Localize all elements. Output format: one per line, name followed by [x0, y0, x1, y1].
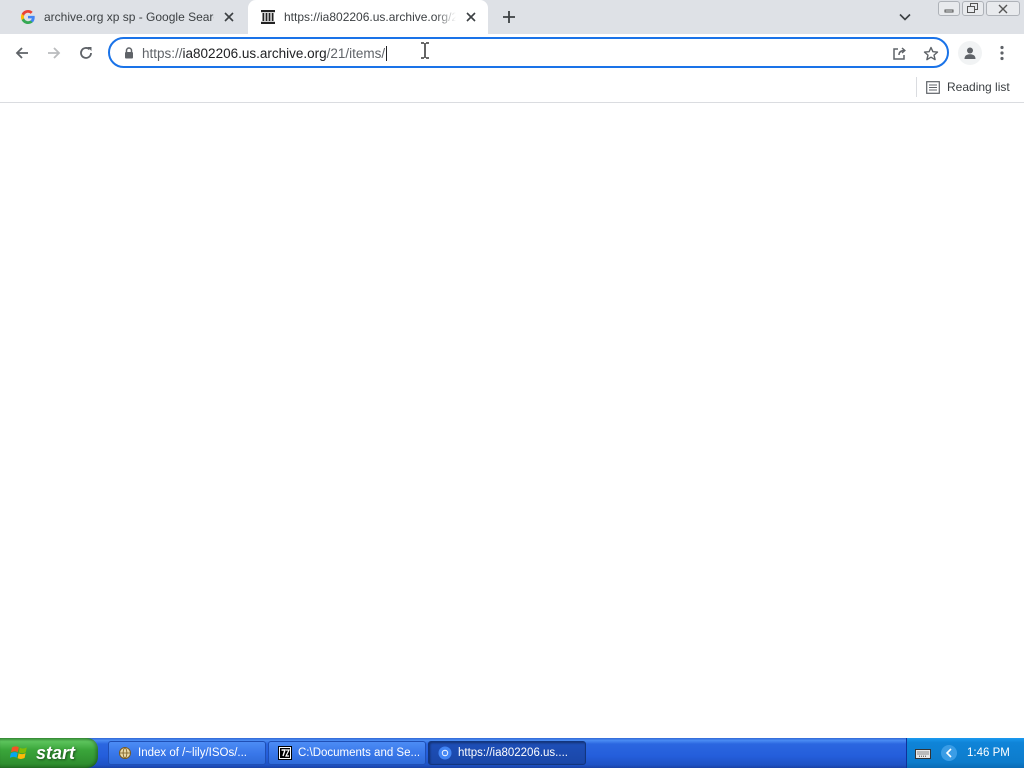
taskbar-item-label: Index of /~lily/ISOs/...: [138, 747, 247, 759]
address-bar[interactable]: https://ia802206.us.archive.org/21/items…: [108, 37, 949, 68]
keyboard-icon[interactable]: [915, 747, 931, 759]
arrow-right-icon: [48, 47, 61, 59]
windows-logo-icon: [10, 746, 27, 759]
text-cursor-icon: [421, 42, 429, 59]
url-scheme: https://: [142, 46, 183, 61]
taskbar: start Index of /~lily/ISOs/... C:\Docume…: [0, 738, 1024, 768]
star-icon[interactable]: [920, 43, 942, 65]
minimize-button[interactable]: [938, 1, 960, 16]
chevron-left-icon[interactable]: [941, 745, 957, 761]
taskbar-item-chrome[interactable]: https://ia802206.us....: [428, 741, 586, 765]
taskbar-item-index-of-isos[interactable]: Index of /~lily/ISOs/...: [108, 741, 266, 765]
google-g-icon: [20, 9, 36, 25]
browser-menu-button[interactable]: [992, 41, 1012, 65]
restore-button[interactable]: [962, 1, 984, 16]
arrow-left-icon: [15, 47, 28, 59]
plus-icon: [503, 11, 515, 23]
profile-button[interactable]: [958, 41, 982, 65]
tab-strip: archive.org xp sp - Google Search https:…: [0, 0, 1024, 34]
reading-list-button[interactable]: Reading list: [926, 76, 1010, 98]
7zip-icon: [277, 745, 293, 761]
url-text[interactable]: https://ia802206.us.archive.org/21/items…: [142, 46, 388, 61]
tab-google-search[interactable]: archive.org xp sp - Google Search: [8, 0, 246, 34]
window-controls: [938, 1, 1020, 16]
lock-icon[interactable]: [122, 45, 136, 61]
system-tray: 1:46 PM: [906, 738, 1024, 768]
close-icon[interactable]: [220, 8, 238, 26]
close-icon: [998, 4, 1008, 13]
text-caret: [386, 46, 388, 61]
clock: 1:46 PM: [967, 747, 1010, 759]
taskbar-item-documents[interactable]: C:\Documents and Se...: [268, 741, 426, 765]
reload-button[interactable]: [72, 39, 100, 67]
minimize-icon: [944, 9, 954, 12]
url-path: /21/items/: [326, 46, 386, 61]
reading-list-icon: [926, 80, 940, 94]
start-button[interactable]: start: [0, 738, 98, 768]
bookmarks-bar: Reading list: [0, 72, 1024, 103]
share-icon[interactable]: [888, 43, 910, 65]
chrome-icon: [437, 745, 453, 761]
restore-icon: [967, 3, 978, 13]
reading-list-label: Reading list: [947, 80, 1010, 94]
url-host: ia802206.us.archive.org: [182, 46, 327, 61]
tab-archive-items[interactable]: https://ia802206.us.archive.org/21/items…: [248, 0, 488, 34]
tab-title: https://ia802206.us.archive.org/21/items…: [284, 10, 456, 24]
divider: [916, 77, 917, 97]
web-page-icon: [117, 745, 133, 761]
person-icon: [964, 47, 976, 59]
taskbar-item-label: C:\Documents and Se...: [298, 747, 421, 759]
chevron-down-icon: [899, 13, 911, 21]
browser-toolbar: https://ia802206.us.archive.org/21/items…: [0, 34, 1024, 72]
reload-icon: [80, 47, 92, 59]
close-icon[interactable]: [462, 8, 480, 26]
new-tab-button[interactable]: [498, 6, 520, 28]
taskbar-item-label: https://ia802206.us....: [458, 747, 568, 759]
close-window-button[interactable]: [986, 1, 1020, 16]
forward-button[interactable]: [40, 39, 68, 67]
start-label: start: [36, 742, 76, 763]
page-content[interactable]: [0, 42, 1024, 738]
more-vert-icon: [1000, 45, 1004, 61]
archive-org-icon: [260, 9, 276, 25]
tab-search-button[interactable]: [894, 7, 916, 27]
back-button[interactable]: [8, 39, 36, 67]
tab-title: archive.org xp sp - Google Search: [44, 10, 214, 24]
